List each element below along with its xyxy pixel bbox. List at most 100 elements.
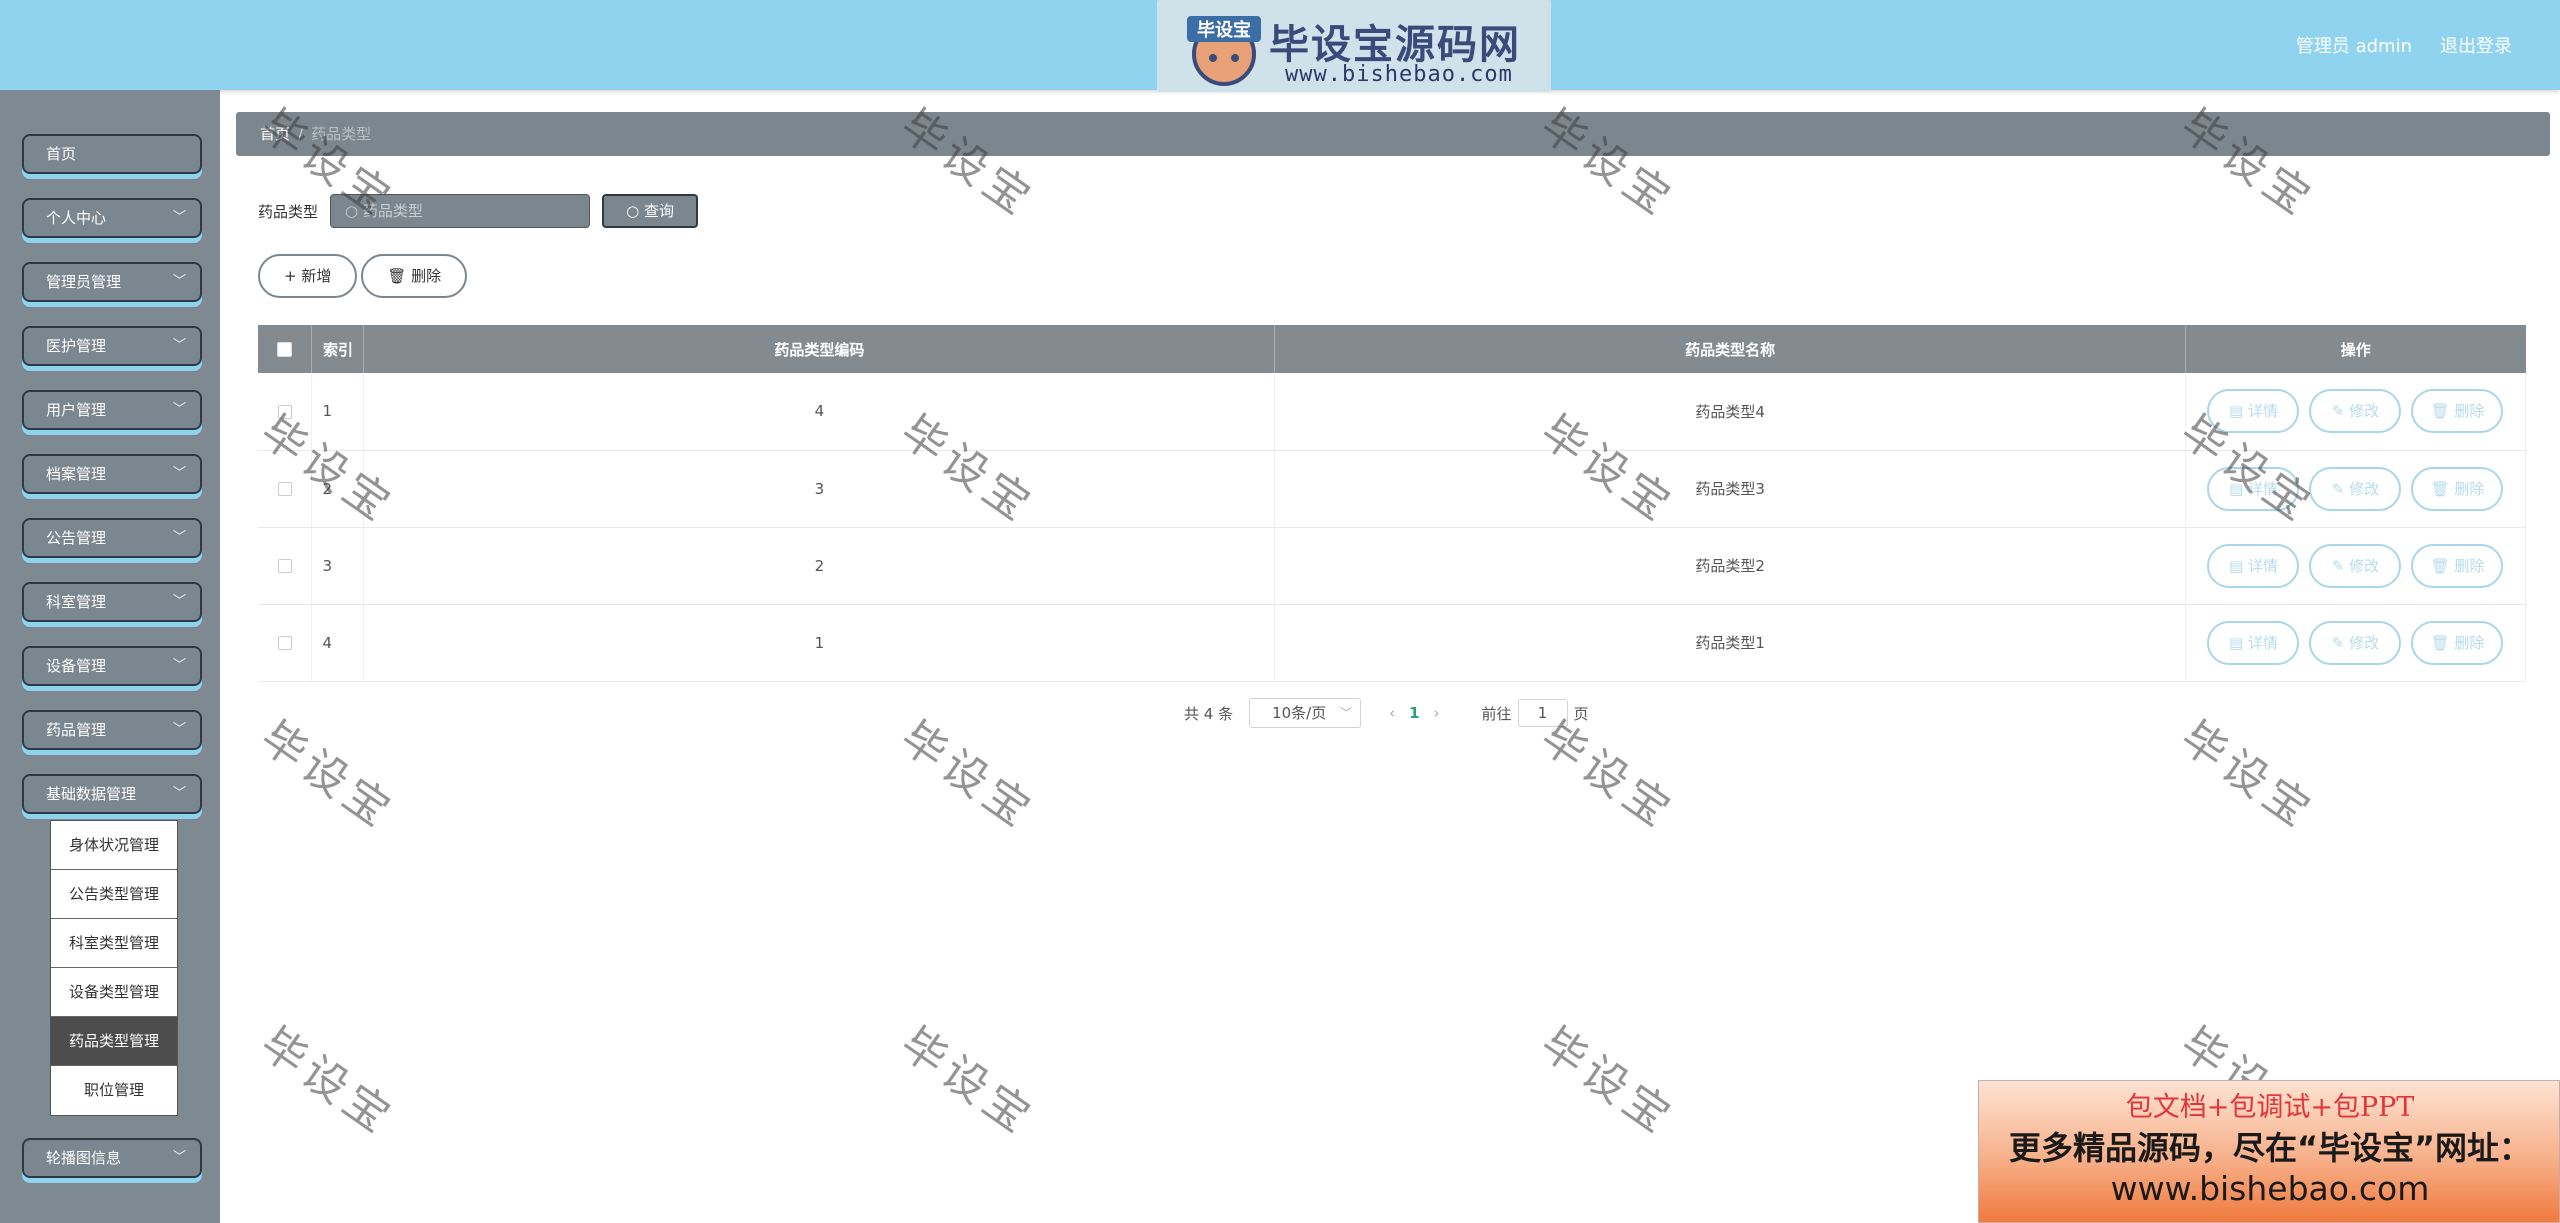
logo-badge-text: 毕设宝 (1197, 19, 1251, 41)
next-page-icon[interactable]: › (1434, 704, 1440, 722)
row-checkbox[interactable] (277, 404, 292, 419)
base-data-submenu: 身体状况管理 公告类型管理 科室类型管理 设备类型管理 药品类型管理 职位管理 (50, 820, 178, 1116)
table-row: 2 3 药品类型3 ▤ 详情 ✎ 修改 🗑 删除 (258, 450, 2527, 528)
row-select-cell (258, 450, 313, 528)
sidebar-item-records[interactable]: 档案管理 ﹀ (22, 454, 202, 494)
submenu-item-positions[interactable]: 职位管理 (51, 1066, 177, 1115)
add-button[interactable]: + 新增 (258, 254, 358, 298)
document-icon: ▤ (2229, 556, 2248, 575)
row-checkbox[interactable] (277, 482, 292, 496)
sidebar-item-users[interactable]: 用户管理 ﹀ (22, 390, 202, 430)
medicine-type-table: 索引 药品类型编码 药品类型名称 操作 1 4 药品类型4 ▤ 详情 ✎ 修改 … (258, 325, 2527, 682)
row-checkbox[interactable] (277, 559, 292, 573)
row-checkbox[interactable] (277, 636, 292, 650)
table-header-row: 索引 药品类型编码 药品类型名称 操作 (258, 325, 2526, 373)
trash-icon: 🗑 (2430, 402, 2455, 421)
name-header: 药品类型名称 (1274, 325, 2186, 373)
edit-label: 修改 (2349, 479, 2380, 498)
add-button-label: 新增 (301, 267, 332, 285)
detail-button[interactable]: ▤ 详情 (2207, 543, 2300, 588)
sidebar-item-carousel[interactable]: 轮播图信息 ﹀ (22, 1138, 202, 1178)
prev-page-icon[interactable]: ‹ (1389, 704, 1395, 722)
sidebar-item-equipment[interactable]: 设备管理 ﹀ (22, 646, 202, 686)
row-select-cell (258, 373, 313, 451)
sidebar-item-admin-management[interactable]: 管理员管理 ﹀ (22, 262, 202, 302)
medicine-type-search-input[interactable]: ○ 药品类型 (330, 194, 591, 228)
query-button[interactable]: ○ 查询 (602, 194, 699, 228)
trash-icon: 🗑 (2430, 633, 2455, 652)
sidebar-item-announcements[interactable]: 公告管理 ﹀ (22, 518, 202, 558)
edit-button[interactable]: ✎ 修改 (2309, 620, 2402, 665)
admin-user-label[interactable]: 管理员 admin (2296, 32, 2412, 58)
edit-button[interactable]: ✎ 修改 (2309, 389, 2402, 434)
submenu-item-health-status[interactable]: 身体状况管理 (51, 821, 177, 870)
edit-button[interactable]: ✎ 修改 (2309, 543, 2402, 588)
row-code: 4 (363, 373, 1276, 451)
row-ops: ▤ 详情 ✎ 修改 🗑 删除 (2185, 527, 2527, 605)
plus-icon: + (284, 267, 302, 285)
row-delete-button[interactable]: 🗑 删除 (2411, 620, 2504, 665)
sidebar-item-label: 用户管理 (46, 401, 107, 419)
pencil-icon: ✎ (2331, 633, 2350, 652)
sidebar-item-home[interactable]: 首页 (22, 134, 202, 174)
row-delete-button[interactable]: 🗑 删除 (2411, 389, 2504, 434)
row-delete-button[interactable]: 🗑 删除 (2411, 543, 2504, 588)
submenu-item-announcement-types[interactable]: 公告类型管理 (51, 870, 177, 919)
chevron-down-icon: ﹀ (172, 658, 186, 673)
detail-button[interactable]: ▤ 详情 (2207, 466, 2300, 511)
edit-button[interactable]: ✎ 修改 (2309, 466, 2402, 511)
row-index: 4 (311, 604, 365, 682)
search-row: 药品类型 ○ 药品类型 ○ 查询 (258, 194, 699, 228)
sidebar-item-label: 医护管理 (46, 337, 107, 355)
chevron-down-icon: ﹀ (172, 786, 186, 801)
breadcrumb-home[interactable]: 首页 (260, 125, 290, 143)
row-select-cell (258, 604, 313, 682)
sidebar-item-personal-center[interactable]: 个人中心 ﹀ (22, 198, 202, 238)
document-icon: ▤ (2229, 402, 2248, 421)
edit-label: 修改 (2349, 402, 2380, 421)
promo-line-3: www.bishebao.com (2110, 1169, 2430, 1208)
current-page[interactable]: 1 (1409, 704, 1419, 722)
select-all-checkbox[interactable] (277, 342, 293, 357)
pencil-icon: ✎ (2331, 479, 2350, 498)
goto-page-input[interactable]: 1 (1517, 699, 1568, 727)
document-icon: ▤ (2229, 633, 2248, 652)
table-row: 4 1 药品类型1 ▤ 详情 ✎ 修改 🗑 删除 (258, 604, 2527, 682)
breadcrumb-current: 药品类型 (311, 125, 372, 143)
row-ops: ▤ 详情 ✎ 修改 🗑 删除 (2185, 450, 2527, 528)
row-name: 药品类型1 (1274, 604, 2186, 682)
row-name: 药品类型2 (1274, 527, 2186, 605)
submenu-item-equipment-types[interactable]: 设备类型管理 (51, 968, 177, 1017)
batch-delete-button[interactable]: 🗑 删除 (361, 254, 468, 298)
chevron-down-icon: ﹀ (172, 274, 186, 289)
row-code: 1 (363, 604, 1276, 682)
submenu-item-department-types[interactable]: 科室类型管理 (51, 919, 177, 968)
logout-link[interactable]: 退出登录 (2440, 32, 2512, 58)
row-delete-label: 删除 (2454, 556, 2485, 575)
submenu-item-medicine-types[interactable]: 药品类型管理 (51, 1017, 177, 1066)
pagination: 共 4 条 10条/页 ﹀ ‹ 1 › 前往 1 页 (1184, 698, 1589, 728)
ops-header: 操作 (2185, 325, 2526, 373)
search-icon: ○ (626, 202, 644, 220)
promo-line-2: 更多精品源码，尽在“毕设宝”网址： (2008, 1129, 2532, 1167)
sidebar-item-base-data[interactable]: 基础数据管理 ﹀ (22, 774, 202, 814)
trash-icon: 🗑 (387, 267, 412, 285)
goto-label: 前往 (1481, 704, 1512, 723)
page-unit-label: 页 (1573, 704, 1589, 723)
promo-banner[interactable]: 包文档+包调试+包PPT 更多精品源码，尽在“毕设宝”网址： www.bishe… (1978, 1080, 2560, 1223)
row-delete-button[interactable]: 🗑 删除 (2411, 466, 2504, 511)
chevron-down-icon: ﹀ (172, 722, 186, 737)
trash-icon: 🗑 (2430, 479, 2455, 498)
sidebar-item-medical-staff[interactable]: 医护管理 ﹀ (22, 326, 202, 366)
sidebar-item-medicines[interactable]: 药品管理 ﹀ (22, 710, 202, 750)
logo-url: www.bishebao.com (1285, 62, 1513, 87)
page-size-select[interactable]: 10条/页 ﹀ (1249, 698, 1362, 728)
row-name: 药品类型4 (1274, 373, 2186, 451)
promo-line-1: 包文档+包调试+包PPT (2125, 1092, 2415, 1123)
row-name: 药品类型3 (1274, 450, 2186, 528)
detail-button[interactable]: ▤ 详情 (2207, 389, 2300, 434)
breadcrumb: 首页 / 药品类型 (236, 112, 2550, 156)
detail-button[interactable]: ▤ 详情 (2207, 620, 2300, 665)
main-content: 首页 / 药品类型 药品类型 ○ 药品类型 ○ 查询 + 新增 🗑 删除 索引 药品… (220, 90, 2560, 1223)
sidebar-item-departments[interactable]: 科室管理 ﹀ (22, 582, 202, 622)
